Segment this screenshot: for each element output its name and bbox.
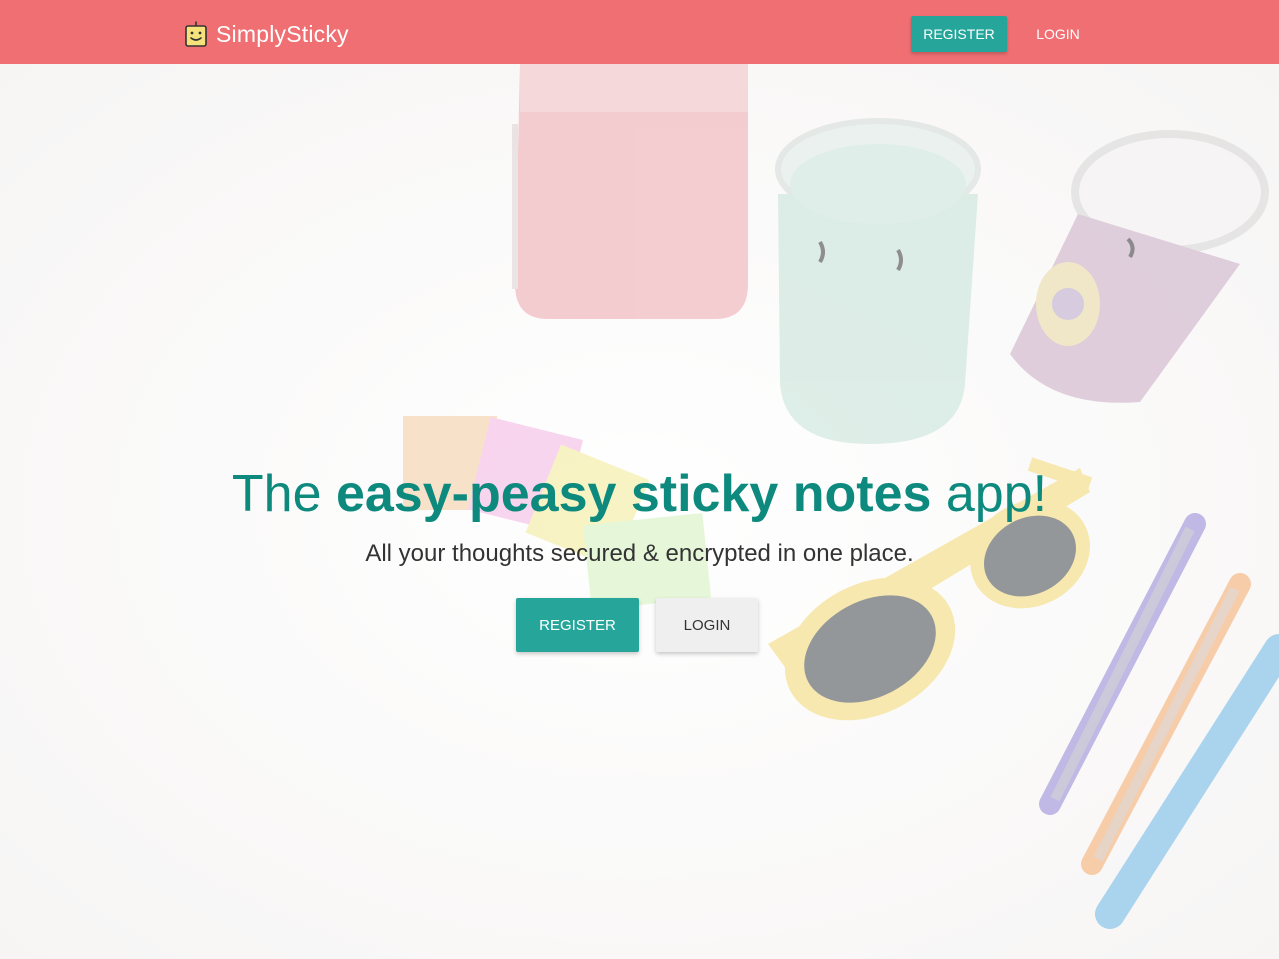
nav-login-link[interactable]: LOGIN bbox=[1026, 16, 1090, 52]
brand-link[interactable]: SimplySticky bbox=[184, 19, 349, 49]
hero-title-bold: easy-peasy sticky notes bbox=[335, 465, 932, 523]
brand-name: SimplySticky bbox=[216, 20, 349, 47]
top-navbar: SimplySticky REGISTER LOGIN bbox=[0, 0, 1279, 64]
nav-register-button[interactable]: REGISTER bbox=[911, 16, 1007, 52]
hero-title-part1: The bbox=[231, 465, 336, 523]
hero-login-button[interactable]: LOGIN bbox=[656, 598, 758, 652]
hero-subtitle: All your thoughts secured & encrypted in… bbox=[365, 540, 914, 567]
smiley-sticky-note-icon bbox=[185, 21, 207, 47]
hero-title-part2: app! bbox=[931, 465, 1048, 523]
hero-register-button[interactable]: REGISTER bbox=[516, 598, 639, 652]
hero-section: The easy-peasy sticky notes app! All you… bbox=[0, 64, 1279, 959]
hero-title: The easy-peasy sticky notes app! bbox=[0, 464, 1279, 524]
